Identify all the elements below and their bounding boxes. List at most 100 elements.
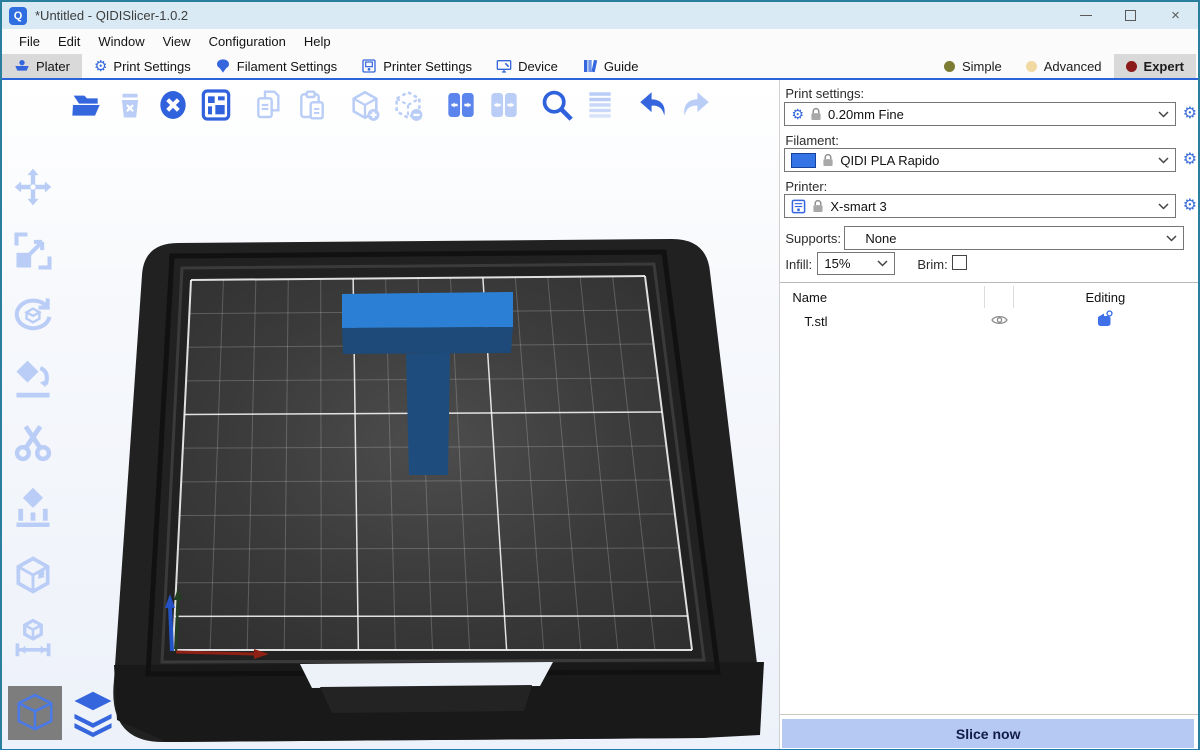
mode-expert[interactable]: Expert xyxy=(1114,54,1196,78)
scale-icon xyxy=(11,229,55,273)
filament-gear-button[interactable]: ⚙ xyxy=(1181,151,1198,168)
cut-button[interactable] xyxy=(10,420,56,466)
toolbar-top xyxy=(70,86,722,124)
paint-supports-icon xyxy=(11,485,55,529)
delete-all-button[interactable] xyxy=(156,86,190,124)
copy-button[interactable] xyxy=(252,86,286,124)
place-on-face-button[interactable] xyxy=(10,356,56,402)
redo-icon xyxy=(679,88,713,122)
split-to-parts-button[interactable] xyxy=(487,86,521,124)
measure-button[interactable] xyxy=(10,614,56,660)
move-button[interactable] xyxy=(10,164,56,210)
paste-button[interactable] xyxy=(295,86,329,124)
printer-gear-button[interactable]: ⚙ xyxy=(1181,197,1198,214)
supports-label: Supports: xyxy=(785,231,841,246)
tab-guide[interactable]: Guide xyxy=(570,54,651,78)
tab-print-settings[interactable]: ⚙ Print Settings xyxy=(82,54,203,78)
place-on-face-icon xyxy=(11,357,55,401)
app-icon: Q xyxy=(9,7,27,25)
print-bed xyxy=(2,80,779,749)
object-name: T.stl xyxy=(804,314,827,329)
menu-edit[interactable]: Edit xyxy=(49,31,89,52)
viewport-3d[interactable] xyxy=(2,80,779,749)
device-icon xyxy=(496,58,512,74)
slice-now-button[interactable]: Slice now xyxy=(782,719,1194,748)
printer-select[interactable]: X-smart 3 xyxy=(784,194,1176,218)
tab-plater[interactable]: Plater xyxy=(2,54,82,78)
view-toggles xyxy=(8,686,120,740)
arrange-button[interactable] xyxy=(199,86,233,124)
open-button[interactable] xyxy=(70,86,104,124)
menu-window[interactable]: Window xyxy=(89,31,153,52)
guide-icon xyxy=(582,58,598,74)
chevron-down-icon xyxy=(1158,157,1169,164)
close-button[interactable]: × xyxy=(1153,2,1198,29)
undo-button[interactable] xyxy=(636,86,670,124)
menu-file[interactable]: File xyxy=(10,31,49,52)
panel-separator xyxy=(780,282,1198,283)
minimize-button[interactable] xyxy=(1063,2,1108,29)
chevron-down-icon xyxy=(877,260,888,267)
rotate-button[interactable] xyxy=(10,292,56,338)
view-3d-editor-button[interactable] xyxy=(8,686,62,740)
scale-button[interactable] xyxy=(10,228,56,274)
bed-handle xyxy=(320,685,532,713)
eye-icon[interactable] xyxy=(991,314,1008,326)
search-button[interactable] xyxy=(540,86,574,124)
tab-device[interactable]: Device xyxy=(484,54,570,78)
filament-select[interactable]: QIDI PLA Rapido xyxy=(784,148,1176,172)
split-to-objects-button[interactable] xyxy=(444,86,478,124)
tab-printer-settings[interactable]: Printer Settings xyxy=(349,54,484,78)
layers-icon xyxy=(584,88,616,122)
maximize-button[interactable] xyxy=(1108,2,1153,29)
expert-dot-icon xyxy=(1126,61,1137,72)
gear-icon: ⚙ xyxy=(791,107,804,121)
infill-select[interactable]: 15% xyxy=(817,252,895,275)
title-bar: Q *Untitled - QIDISlicer-1.0.2 × xyxy=(2,2,1198,29)
cube-wireframe-icon xyxy=(12,690,58,736)
settings-panel: Print settings: ⚙ 0.20mm Fine ⚙ Filament… xyxy=(779,80,1198,749)
arrange-icon xyxy=(200,88,232,122)
filament-label: Filament: xyxy=(785,133,838,148)
variable-layer-height-button[interactable] xyxy=(583,86,617,124)
app-window: Q *Untitled - QIDISlicer-1.0.2 × File Ed… xyxy=(0,0,1200,750)
printer-icon xyxy=(361,58,377,74)
mode-simple[interactable]: Simple xyxy=(932,54,1014,78)
brim-label: Brim: xyxy=(917,257,947,272)
bed-handle-cutout xyxy=(300,662,553,688)
brim-checkbox[interactable] xyxy=(952,255,967,270)
print-settings-select[interactable]: ⚙ 0.20mm Fine xyxy=(784,102,1176,126)
copy-icon xyxy=(253,88,285,122)
tab-bar: Plater ⚙ Print Settings Filament Setting… xyxy=(2,54,1198,80)
redo-button[interactable] xyxy=(679,86,713,124)
menu-bar: File Edit Window View Configuration Help xyxy=(2,29,1198,54)
seam-button[interactable] xyxy=(10,552,56,598)
split-parts-icon xyxy=(488,88,520,122)
paste-icon xyxy=(296,88,328,122)
menu-help[interactable]: Help xyxy=(295,31,340,52)
sliced-layers-icon xyxy=(68,688,118,738)
mode-advanced[interactable]: Advanced xyxy=(1014,54,1114,78)
supports-select[interactable]: None xyxy=(844,226,1184,250)
rotate-icon xyxy=(11,293,55,337)
edit-object-icon[interactable] xyxy=(1096,310,1113,328)
remove-instance-icon xyxy=(391,88,425,122)
lock-icon xyxy=(822,153,834,167)
menu-view[interactable]: View xyxy=(154,31,200,52)
view-sliced-preview-button[interactable] xyxy=(66,686,120,740)
chevron-down-icon xyxy=(1158,203,1169,210)
advanced-dot-icon xyxy=(1026,61,1037,72)
remove-instance-button[interactable] xyxy=(391,86,425,124)
menu-configuration[interactable]: Configuration xyxy=(200,31,295,52)
column-header-editing: Editing xyxy=(1060,290,1150,305)
column-header-name: Name xyxy=(792,290,827,305)
paint-supports-button[interactable] xyxy=(10,484,56,530)
measure-icon xyxy=(11,615,55,659)
delete-button[interactable] xyxy=(113,86,147,124)
tab-filament-settings[interactable]: Filament Settings xyxy=(203,54,349,78)
print-settings-gear-button[interactable]: ⚙ xyxy=(1181,105,1198,122)
gear-icon: ⚙ xyxy=(94,59,107,74)
add-instance-icon xyxy=(348,88,382,122)
add-instance-button[interactable] xyxy=(348,86,382,124)
delete-icon xyxy=(115,89,145,121)
